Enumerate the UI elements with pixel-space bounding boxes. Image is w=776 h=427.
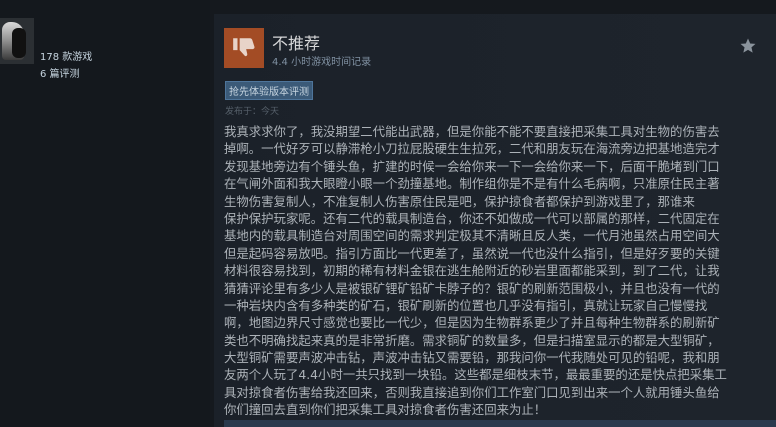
review-text-line: 猜猜评论里有多少人是被银矿锂矿铅矿卡脖子的？银矿的刷新范围极小，并且也没有一代的: [224, 280, 720, 296]
review-text-line: 啊，地图边界尺寸感觉也要比一代少，但是因为生物群系更少了并且每种生物群系的刷新矿: [224, 315, 720, 331]
avatar-shadow: [12, 28, 26, 58]
review-text-line: 类也不明确找起来真的是非常折磨。需求铜矿的数量多，但是扫描室显示的都是大型铜矿，: [224, 332, 720, 348]
games-count-link[interactable]: 178 款游戏: [40, 48, 92, 63]
review-text-line: 发现基地旁边有个锤头鱼，扩建的时候一会给你来一下一会给你来一下，后面干脆堵到门口: [224, 158, 720, 174]
review-text-line: 材料很容易找到，初期的稀有材料金银在逃生舱附近的砂岩里面都能采到，到了二代，让我: [224, 263, 720, 279]
review-text: 我真求求你了，我没期望二代能出武器，但是你能不能不要直接把采集工具对生物的伤害去…: [224, 123, 764, 419]
review-text-line: 一种岩块内含有多种类的矿石，银矿刷新的位置也几乎没有指引，真就让玩家自己慢慢找: [224, 297, 708, 313]
review-text-line: 但是起码容易放吧。指引方面比一代更差了，虽然说一代也没什么指引，但是好歹要的关键: [224, 245, 720, 261]
review-text-line: 你们撞回去直到你们把采集工具对掠食者伤害还回来为止！: [224, 402, 547, 418]
review-text-line: 友两个人玩了4.4小时一共只找到一块铅。这些都是细枝末节，最最重要的还是快点把采…: [224, 367, 727, 383]
review-text-line: 生物伤害复制人，不准复制人伤害原住民是吧，保护掠食者都保护到游戏里了，那谁来: [224, 193, 695, 209]
review-footer-bar: [224, 420, 776, 427]
review-text-line: 基地内的载具制造台对周围空间的需求判定极其不清晰且反人类，一代月池虽然占用空间大: [224, 228, 720, 244]
review-text-line: 大型铜矿需要声波冲击钻，声波冲击钻又需要铅，那我问你一代我随处可见的铅呢，我和朋: [224, 350, 720, 366]
review-text-line: 具对掠食者伤害给我还回来，否则我直接追到你们工作室门口见到出来一个人就用锤头鱼给: [224, 384, 720, 400]
review-text-line: 我真求求你了，我没期望二代能出武器，但是你能不能不要直接把采集工具对生物的伤害去: [224, 124, 720, 139]
posted-date: 发布于：今天: [225, 107, 280, 117]
review-panel: 不推荐 4.4 小时游戏时间记录 抢先体验版本评测 发布于：今天 我真求求你了，…: [214, 14, 776, 427]
playtime-hours: 4.4 小时游戏时间记录: [272, 57, 372, 68]
review-text-line: 保护保护玩家呢。还有二代的载具制造台，你还不如做成一代可以部属的那样，二代固定在: [224, 210, 720, 226]
early-access-badge: 抢先体验版本评测: [225, 81, 313, 100]
thumbs-down-icon: [224, 28, 264, 68]
star-icon[interactable]: [739, 37, 757, 55]
avatar[interactable]: [0, 18, 34, 64]
review-text-line: 在气闸外面和我大眼瞪小眼一个劲撞基地。制作组你是不是有什么毛病啊，只准原住民主著: [224, 176, 720, 192]
reviews-count-link[interactable]: 6 篇评测: [40, 65, 80, 80]
review-text-line: 掉啊。一代好歹可以静滞枪小刀拉屁股硬生生拉死，二代和朋友玩在海流旁边把基地造完才: [224, 141, 720, 157]
reviewer-column: 178 款游戏 6 篇评测: [0, 0, 210, 427]
review-verdict[interactable]: 不推荐: [272, 30, 320, 54]
